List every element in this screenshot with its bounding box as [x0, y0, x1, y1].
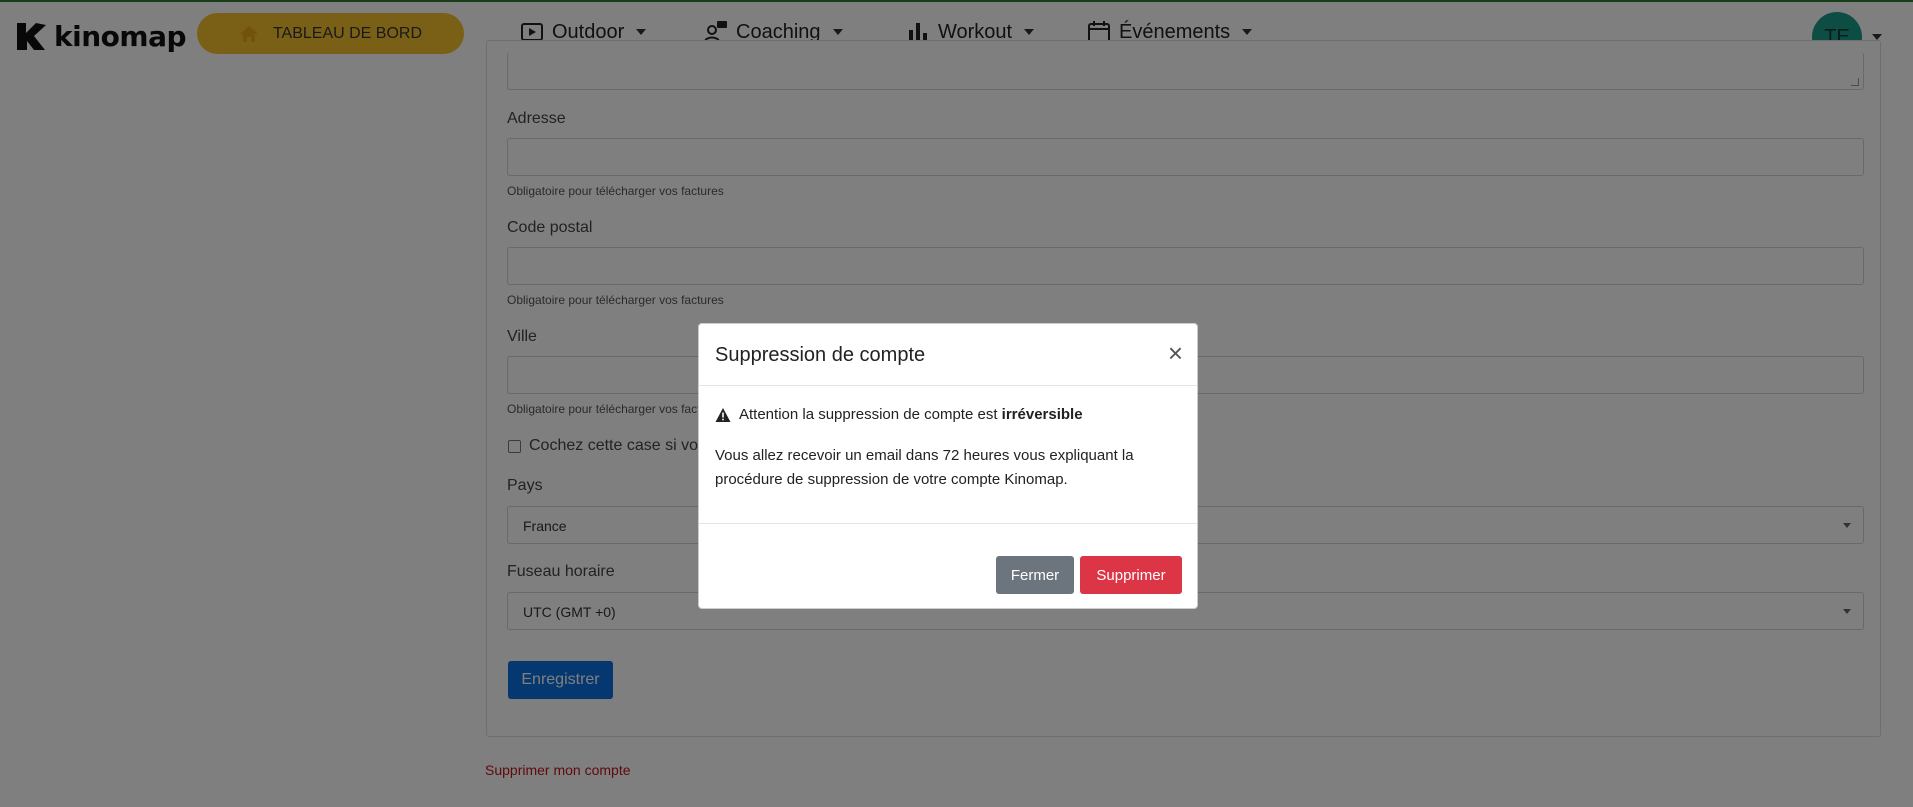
warning-text-bold: irréversible — [1001, 406, 1083, 423]
warning-line: Attention la suppression de compte est i… — [715, 406, 1083, 423]
modal-body: Attention la suppression de compte est i… — [699, 386, 1197, 524]
delete-account-modal: Suppression de compte × Attention la sup… — [698, 323, 1198, 609]
modal-title: Suppression de compte — [715, 344, 926, 366]
close-button[interactable]: Fermer — [996, 556, 1074, 594]
close-icon[interactable]: × — [1168, 340, 1183, 366]
warning-text-main: Attention la suppression de compte est — [739, 406, 998, 423]
warning-icon — [715, 407, 731, 422]
modal-header: Suppression de compte × — [699, 324, 1197, 386]
modal-message: Vous allez recevoir un email dans 72 heu… — [715, 447, 1134, 488]
warning-text: Attention la suppression de compte est i… — [739, 406, 1083, 423]
confirm-delete-button[interactable]: Supprimer — [1080, 556, 1182, 594]
modal-footer: Fermer Supprimer — [699, 524, 1197, 608]
